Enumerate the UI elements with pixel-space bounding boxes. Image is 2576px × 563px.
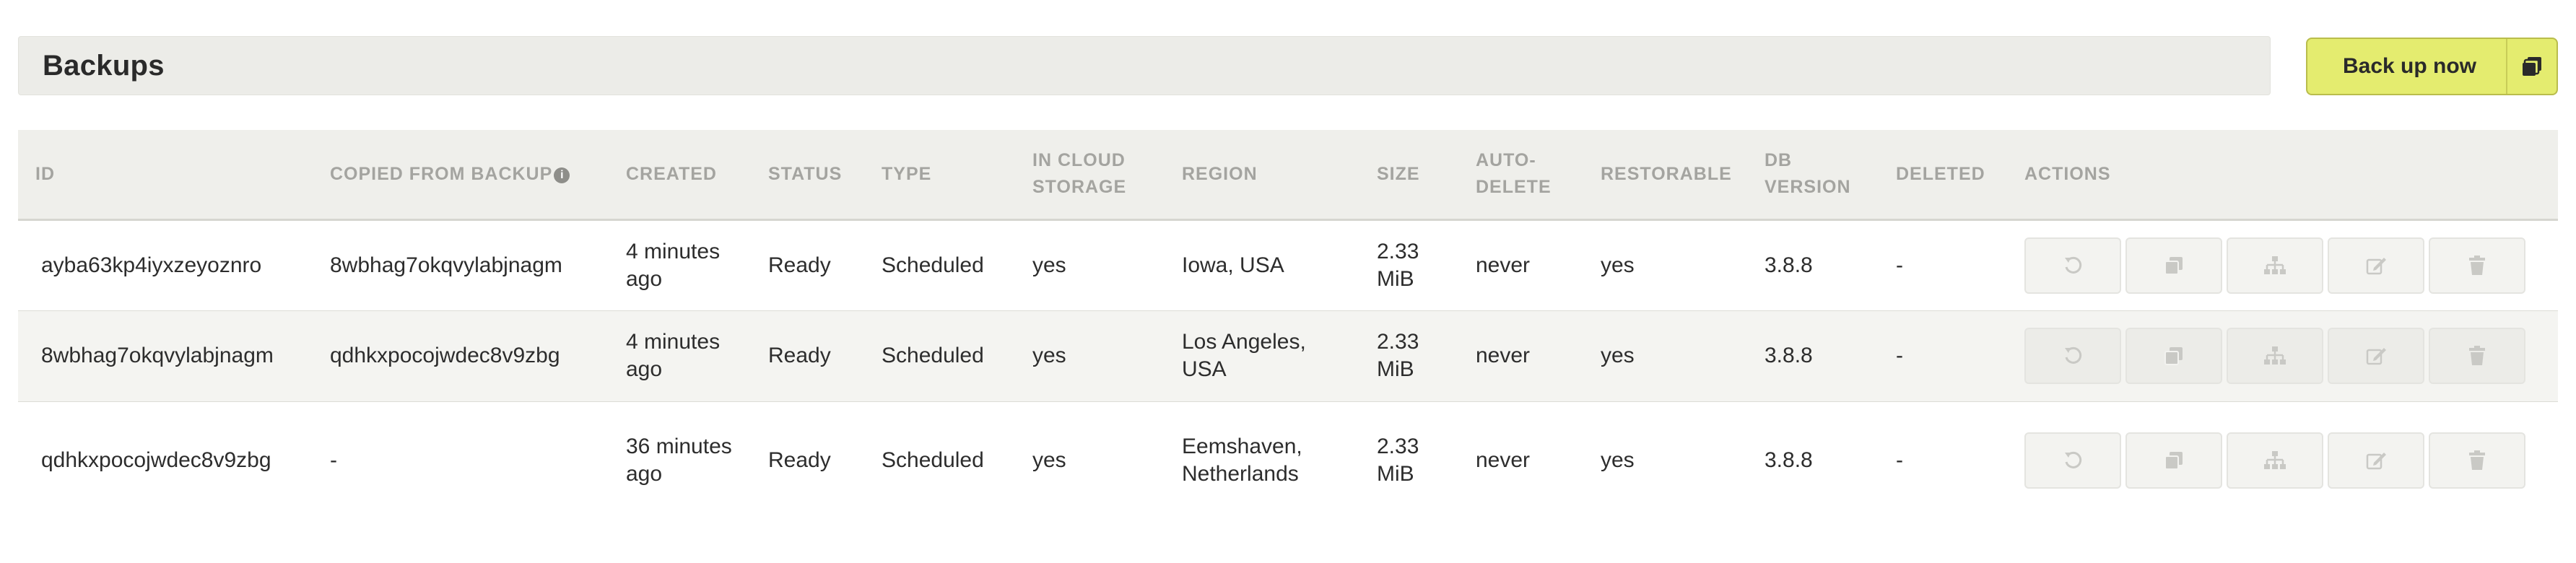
- edit-action-button[interactable]: [2328, 432, 2424, 489]
- cell-in-cloud: yes: [1032, 253, 1066, 277]
- cell-deleted: -: [1896, 448, 1903, 473]
- cell-created: 4 minutes ago: [626, 330, 721, 381]
- cell-region: Eemshaven, Netherlands: [1182, 435, 1302, 486]
- cell-auto-delete: never: [1476, 344, 1531, 367]
- col-header-in-cloud[interactable]: IN CLOUD STORAGE: [1017, 130, 1166, 219]
- cell-restorable: yes: [1601, 253, 1635, 277]
- cell-created: 4 minutes ago: [626, 239, 721, 291]
- info-icon[interactable]: i: [554, 167, 570, 183]
- cell-status: Ready: [768, 253, 831, 277]
- cell-size: 2.33 MiB: [1377, 330, 1419, 381]
- copy-stack-icon: [2507, 56, 2557, 77]
- copy-icon: [2163, 255, 2185, 276]
- trash-icon: [2467, 255, 2487, 276]
- cell-auto-delete: never: [1476, 253, 1531, 277]
- col-header-id[interactable]: ID: [18, 130, 314, 219]
- cell-copied-from: qdhkxpocojwdec8v9zbg: [330, 344, 560, 367]
- hierarchy-icon: [2263, 255, 2286, 276]
- backups-table-container: ID COPIED FROM BACKUP i CREATED STATUS TY…: [18, 130, 2558, 520]
- cell-actions: [2009, 401, 2558, 520]
- cell-actions: [2009, 310, 2558, 401]
- cell-deleted: -: [1896, 344, 1903, 367]
- col-header-deleted[interactable]: DELETED: [1880, 130, 2009, 219]
- page-title: Backups: [43, 49, 165, 82]
- cell-auto-delete: never: [1476, 448, 1531, 473]
- edit-action-button[interactable]: [2328, 328, 2424, 384]
- cell-status: Ready: [768, 344, 831, 367]
- col-header-actions: ACTIONS: [2024, 163, 2111, 184]
- cell-db-version: 3.8.8: [1765, 253, 1813, 277]
- cell-region: Iowa, USA: [1182, 253, 1284, 277]
- cell-id: ayba63kp4iyxzeyoznro: [41, 253, 262, 277]
- col-header-size[interactable]: SIZE: [1361, 130, 1460, 219]
- table-row: ayba63kp4iyxzeyoznro 8wbhag7okqvylabjnag…: [18, 219, 2558, 310]
- cell-deleted: -: [1896, 253, 1903, 277]
- cell-status: Ready: [768, 448, 831, 473]
- hierarchy-action-button[interactable]: [2227, 432, 2323, 489]
- copy-action-button[interactable]: [2125, 237, 2222, 294]
- col-header-db-version[interactable]: DB VERSION: [1749, 130, 1880, 219]
- cell-restorable: yes: [1601, 344, 1635, 367]
- cell-copied-from: -: [330, 448, 337, 473]
- back-up-now-button[interactable]: Back up now: [2306, 38, 2558, 95]
- copy-icon: [2163, 345, 2185, 367]
- cell-type: Scheduled: [882, 344, 984, 367]
- trash-icon: [2467, 345, 2487, 367]
- cell-id: qdhkxpocojwdec8v9zbg: [41, 448, 271, 473]
- trash-action-button[interactable]: [2429, 432, 2525, 489]
- cell-region: Los Angeles, USA: [1182, 330, 1306, 381]
- trash-action-button[interactable]: [2429, 237, 2525, 294]
- hierarchy-icon: [2263, 345, 2286, 367]
- backups-table: ID COPIED FROM BACKUP i CREATED STATUS TY…: [18, 130, 2558, 520]
- table-row: 8wbhag7okqvylabjnagm qdhkxpocojwdec8v9zb…: [18, 310, 2558, 401]
- col-header-copied-from[interactable]: COPIED FROM BACKUP i: [314, 130, 610, 219]
- restore-action-button[interactable]: [2024, 432, 2121, 489]
- trash-icon: [2467, 450, 2487, 471]
- restore-icon: [2062, 255, 2084, 276]
- hierarchy-action-button[interactable]: [2227, 237, 2323, 294]
- cell-in-cloud: yes: [1032, 344, 1066, 367]
- cell-db-version: 3.8.8: [1765, 344, 1813, 367]
- col-header-copied-from-label: COPIED FROM BACKUP: [330, 163, 553, 184]
- hierarchy-icon: [2263, 450, 2286, 471]
- cell-db-version: 3.8.8: [1765, 448, 1813, 473]
- cell-id: 8wbhag7okqvylabjnagm: [41, 344, 274, 367]
- col-header-created[interactable]: CREATED: [610, 130, 752, 219]
- trash-action-button[interactable]: [2429, 328, 2525, 384]
- backups-header: Backups: [18, 36, 2271, 95]
- cell-type: Scheduled: [882, 253, 984, 277]
- col-header-restorable[interactable]: RESTORABLE: [1585, 130, 1749, 219]
- col-header-auto-delete[interactable]: AUTO-DELETE: [1460, 130, 1585, 219]
- restore-icon: [2062, 345, 2084, 367]
- col-header-type[interactable]: TYPE: [866, 130, 1017, 219]
- edit-icon: [2365, 450, 2387, 471]
- col-header-region[interactable]: REGION: [1166, 130, 1361, 219]
- cell-copied-from: 8wbhag7okqvylabjnagm: [330, 253, 562, 277]
- edit-icon: [2365, 255, 2387, 276]
- cell-size: 2.33 MiB: [1377, 435, 1419, 486]
- cell-in-cloud: yes: [1032, 448, 1066, 473]
- copy-action-button[interactable]: [2125, 328, 2222, 384]
- copy-icon: [2163, 450, 2185, 471]
- back-up-now-label: Back up now: [2342, 54, 2477, 78]
- table-row: qdhkxpocojwdec8v9zbg - 36 minutes ago Re…: [18, 401, 2558, 520]
- col-header-status[interactable]: STATUS: [752, 130, 866, 219]
- cell-actions: [2009, 219, 2558, 310]
- restore-icon: [2062, 450, 2084, 471]
- cell-restorable: yes: [1601, 448, 1635, 473]
- cell-created: 36 minutes ago: [626, 435, 732, 486]
- restore-action-button[interactable]: [2024, 328, 2121, 384]
- cell-type: Scheduled: [882, 448, 984, 473]
- copy-action-button[interactable]: [2125, 432, 2222, 489]
- edit-action-button[interactable]: [2328, 237, 2424, 294]
- cell-size: 2.33 MiB: [1377, 239, 1419, 291]
- edit-icon: [2365, 345, 2387, 367]
- hierarchy-action-button[interactable]: [2227, 328, 2323, 384]
- table-header-row: ID COPIED FROM BACKUP i CREATED STATUS TY…: [18, 130, 2558, 219]
- restore-action-button[interactable]: [2024, 237, 2121, 294]
